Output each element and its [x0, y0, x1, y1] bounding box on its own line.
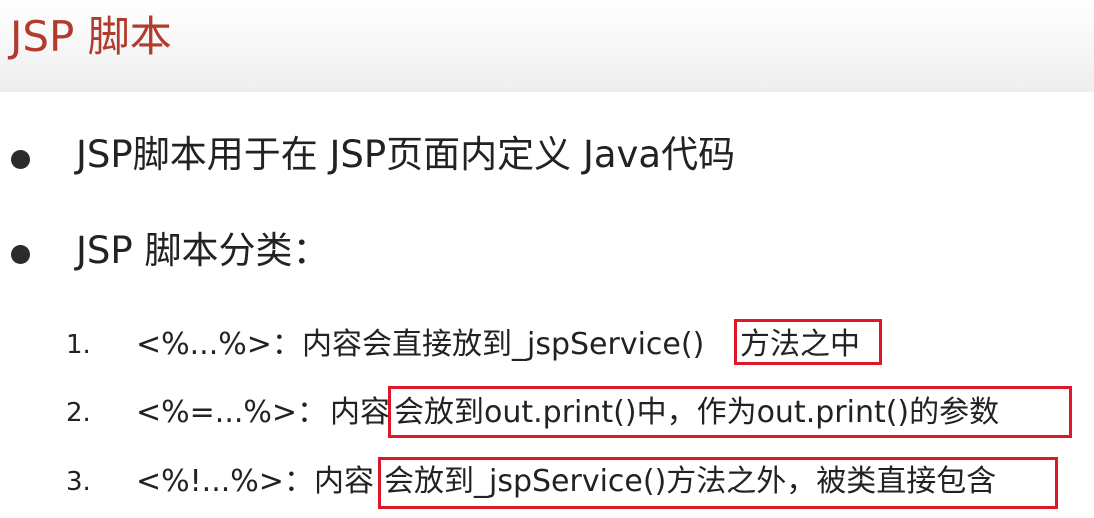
slide-title: JSP 脚本: [10, 12, 172, 61]
bullet-text: JSP 脚本分类：: [76, 229, 330, 272]
item-description: 内容: [314, 464, 374, 499]
slide-title-bar: JSP 脚本: [0, 0, 1094, 92]
list-item-number: 1.: [66, 330, 91, 360]
list-item-number: 2.: [66, 398, 91, 428]
item-description: 内容会直接放到_jspService(): [302, 327, 705, 362]
list-item-number: 3.: [66, 467, 91, 497]
item-description: 内容: [330, 395, 390, 430]
highlighted-text: 方法之中: [740, 327, 860, 362]
bullet-icon: [11, 150, 30, 169]
bullet-icon: [11, 245, 30, 264]
syntax-label: <%=...%>：: [136, 395, 328, 430]
bullet-text: JSP脚本用于在 JSP页面内定义 Java代码: [76, 133, 736, 176]
syntax-label: <%...%>：: [136, 327, 302, 362]
highlighted-text: 会放到_jspService()方法之外，被类直接包含: [384, 464, 997, 499]
highlighted-text: 会放到out.print()中，作为out.print()的参数: [394, 395, 1000, 430]
syntax-label: <%!...%>：: [136, 464, 314, 499]
